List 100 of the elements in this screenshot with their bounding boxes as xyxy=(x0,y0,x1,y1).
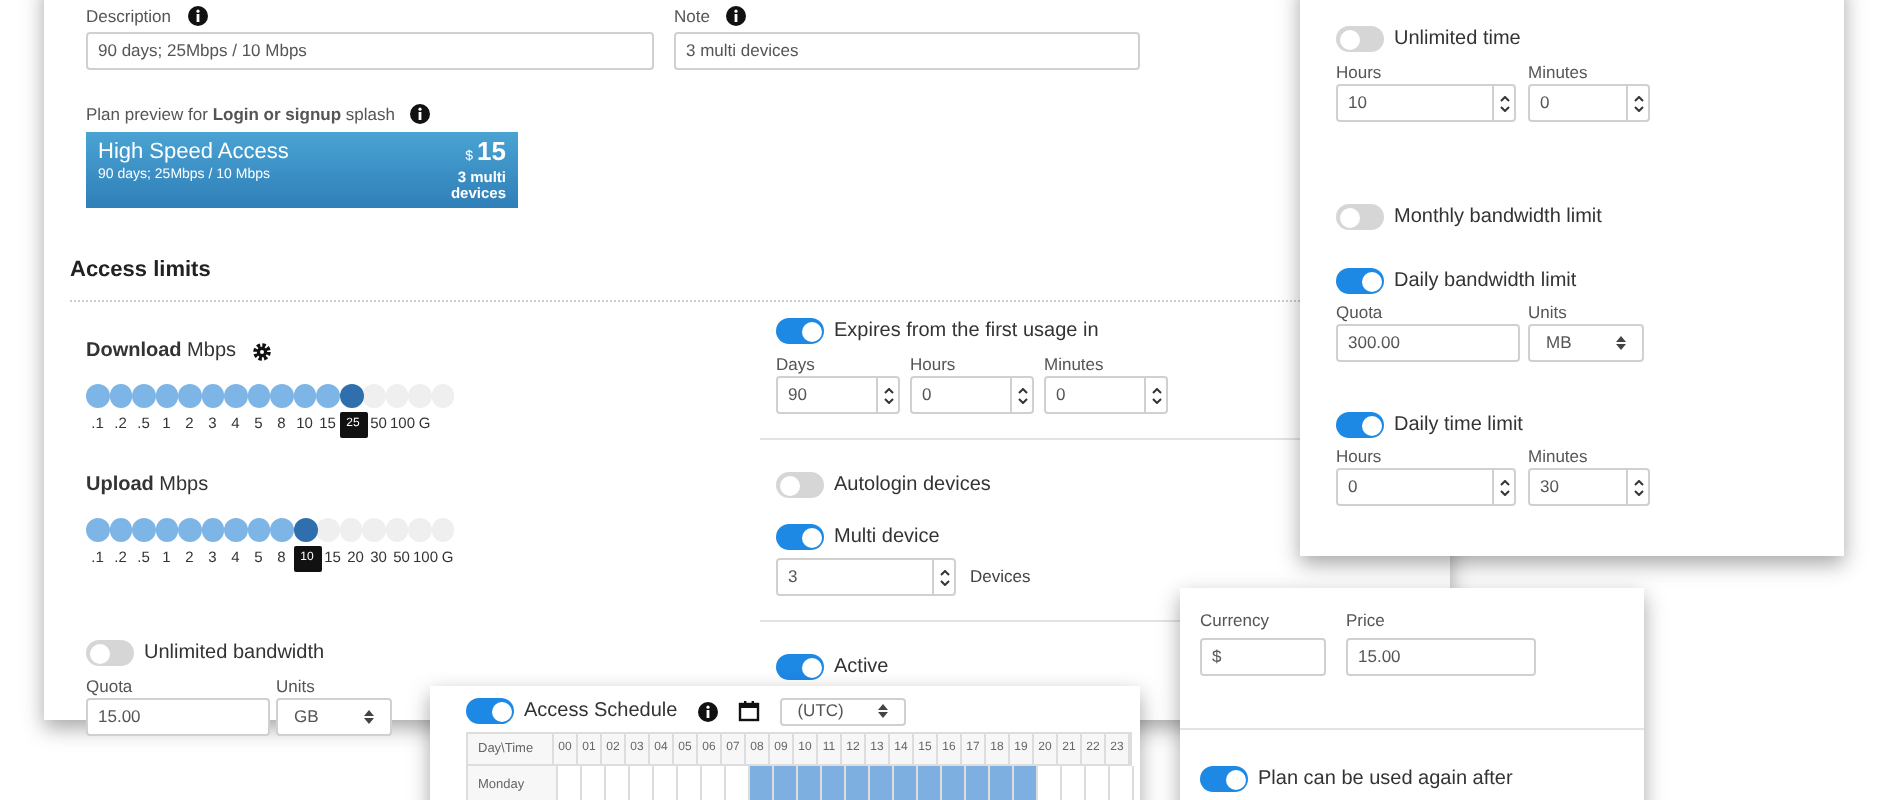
slider-thumb[interactable] xyxy=(339,384,363,408)
toggle-switch[interactable] xyxy=(1200,766,1248,792)
sort-arrows-icon xyxy=(364,710,374,724)
schedule-slot[interactable] xyxy=(918,766,942,800)
toggle-switch[interactable] xyxy=(86,640,134,666)
toggle-switch[interactable] xyxy=(466,698,514,724)
toggle-switch[interactable] xyxy=(776,472,824,498)
toggle-label: Daily bandwidth limit xyxy=(1394,268,1577,296)
slider-label: Upload Mbps xyxy=(86,472,209,500)
toggle-label: Active xyxy=(834,654,889,682)
section-title: Access limits xyxy=(70,258,211,282)
stepper-button[interactable] xyxy=(1628,468,1650,506)
toggle-label: Access Schedule xyxy=(524,698,678,726)
toggle-switch[interactable] xyxy=(776,318,824,344)
number-field[interactable]: 30 xyxy=(1528,468,1628,506)
field-label: Description xyxy=(86,4,172,28)
schedule-slot[interactable] xyxy=(942,766,966,800)
schedule-slot[interactable] xyxy=(750,766,774,800)
toggle-switch[interactable] xyxy=(1336,26,1384,52)
text-field[interactable]: 3 multi devices xyxy=(674,32,1140,70)
field-label: Price xyxy=(1346,608,1387,632)
info-icon[interactable] xyxy=(410,104,431,124)
field-label: Quota xyxy=(86,674,135,698)
info-icon[interactable] xyxy=(725,6,746,26)
number-field[interactable]: 0 xyxy=(1528,84,1628,122)
toggle-switch[interactable] xyxy=(776,524,824,550)
field-label: Minutes xyxy=(1528,444,1590,468)
field-label: Hours xyxy=(1336,444,1384,468)
schedule-slot[interactable] xyxy=(870,766,894,800)
toggle-label: Daily time limit xyxy=(1394,412,1523,440)
toggle-switch[interactable] xyxy=(1336,204,1384,230)
number-field[interactable]: 0 xyxy=(1044,376,1146,414)
field-label: Minutes xyxy=(1528,60,1590,84)
sort-arrows-icon xyxy=(1616,336,1626,350)
schedule-slot[interactable] xyxy=(822,766,846,800)
schedule-slot[interactable] xyxy=(846,766,870,800)
toggle-label: Unlimited time xyxy=(1394,26,1521,54)
info-icon[interactable] xyxy=(697,701,718,721)
schedule-slot[interactable] xyxy=(1014,766,1038,800)
select-field[interactable]: (UTC) xyxy=(779,697,906,725)
toggle-switch[interactable] xyxy=(776,654,824,680)
toggle-switch[interactable] xyxy=(1336,412,1384,438)
field-label: Hours xyxy=(1336,60,1384,84)
schedule-slot[interactable] xyxy=(966,766,990,800)
text-field[interactable]: 300.00 xyxy=(1336,324,1520,362)
stepper-button[interactable] xyxy=(1012,376,1034,414)
slider-track[interactable] xyxy=(86,518,454,542)
number-field[interactable]: 90 xyxy=(776,376,878,414)
chevron-down-icon xyxy=(1499,489,1509,495)
text-field[interactable]: 15.00 xyxy=(86,698,270,736)
text-field[interactable]: 15.00 xyxy=(1346,638,1536,676)
slider-thumb[interactable] xyxy=(293,518,317,542)
unit-label: Devices xyxy=(970,564,1031,590)
field-label: Days xyxy=(776,352,817,376)
chevron-down-icon xyxy=(1017,397,1027,403)
chevron-up-icon xyxy=(1151,387,1161,393)
chevron-up-icon xyxy=(883,387,893,393)
select-field[interactable]: MB xyxy=(1528,324,1644,362)
chevron-down-icon xyxy=(939,579,949,585)
stepper-button[interactable] xyxy=(934,558,956,596)
field-label: Note xyxy=(674,4,710,28)
chevron-up-icon xyxy=(939,569,949,575)
number-field[interactable]: 3 xyxy=(776,558,934,596)
field-label: Hours xyxy=(910,352,958,376)
chevron-down-icon xyxy=(1633,105,1643,111)
calendar-icon[interactable] xyxy=(737,700,760,722)
stepper-button[interactable] xyxy=(1146,376,1168,414)
chevron-up-icon xyxy=(1499,479,1509,485)
number-field[interactable]: 0 xyxy=(910,376,1012,414)
select-field[interactable]: GB xyxy=(276,698,392,736)
field-label: Units xyxy=(276,674,317,698)
sort-arrows-icon xyxy=(877,704,888,718)
chevron-down-icon xyxy=(1499,105,1509,111)
plan-price: 15 xyxy=(477,138,506,166)
chevron-up-icon xyxy=(1633,479,1643,485)
info-icon[interactable] xyxy=(187,6,208,26)
schedule-slot[interactable] xyxy=(894,766,918,800)
schedule-slot[interactable] xyxy=(990,766,1014,800)
gear-icon[interactable] xyxy=(252,341,273,361)
slider-label: Download Mbps xyxy=(86,338,237,366)
number-field[interactable]: 10 xyxy=(1336,84,1494,122)
stepper-button[interactable] xyxy=(878,376,900,414)
stepper-button[interactable] xyxy=(1494,468,1516,506)
stepper-button[interactable] xyxy=(1494,84,1516,122)
chevron-down-icon xyxy=(1633,489,1643,495)
text-field[interactable]: 90 days; 25Mbps / 10 Mbps xyxy=(86,32,654,70)
toggle-switch[interactable] xyxy=(1336,268,1384,294)
chevron-down-icon xyxy=(1151,397,1161,403)
number-field[interactable]: 0 xyxy=(1336,468,1494,506)
slider-track[interactable] xyxy=(86,384,454,408)
chevron-down-icon xyxy=(883,397,893,403)
toggle-label: Monthly bandwidth limit xyxy=(1394,204,1602,232)
schedule-slot[interactable] xyxy=(774,766,798,800)
schedule-slot[interactable] xyxy=(798,766,822,800)
text-field[interactable]: $ xyxy=(1200,638,1326,676)
field-label: Units xyxy=(1528,300,1569,324)
field-label: Quota xyxy=(1336,300,1385,324)
field-label: Minutes xyxy=(1044,352,1106,376)
chevron-up-icon xyxy=(1633,95,1643,101)
stepper-button[interactable] xyxy=(1628,84,1650,122)
